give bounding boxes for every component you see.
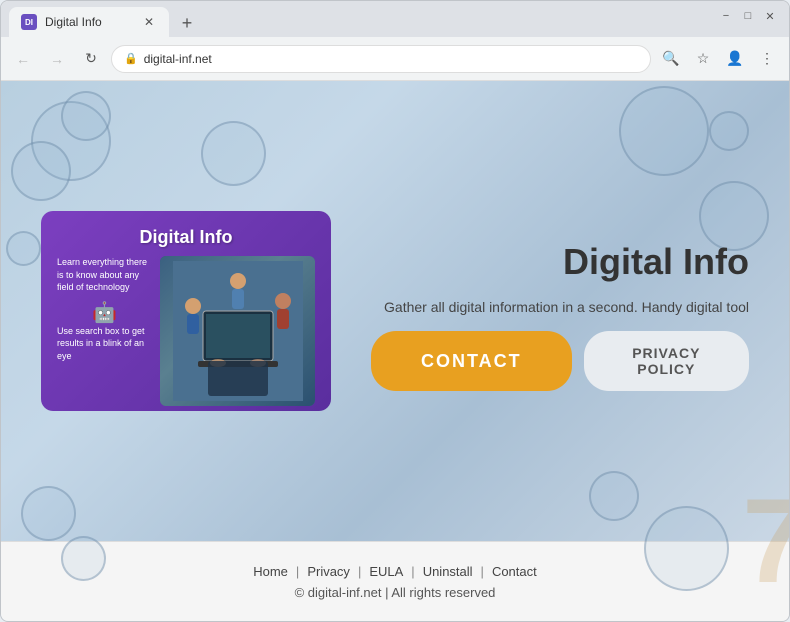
page-content: 7 Digital Info Learn everything there is… (1, 81, 789, 621)
footer: Home | Privacy | EULA | Uninstall | Cont… (1, 541, 789, 621)
card-title: Digital Info (57, 227, 315, 248)
buttons-row: CONTACT PRIVACY POLICY (371, 331, 749, 391)
forward-button[interactable]: → (43, 45, 71, 73)
menu-button[interactable]: ⋮ (753, 45, 781, 73)
minimize-button[interactable]: − (719, 9, 733, 23)
footer-link-eula[interactable]: EULA (369, 564, 403, 579)
bookmark-button[interactable]: ☆ (689, 45, 717, 73)
contact-button[interactable]: CONTACT (371, 331, 572, 391)
card-text-1: Learn everything there is to know about … (57, 256, 152, 294)
footer-link-privacy[interactable]: Privacy (307, 564, 350, 579)
footer-sep-2: | (358, 564, 361, 579)
site-tagline: Gather all digital information in a seco… (371, 299, 749, 315)
maximize-button[interactable]: □ (741, 9, 755, 23)
right-section: Digital Info Gather all digital informat… (371, 231, 749, 391)
card-robot-icon: 🤖 (57, 300, 152, 325)
back-button[interactable]: ← (9, 45, 37, 73)
footer-sep-4: | (481, 564, 484, 579)
site-title: Digital Info (371, 241, 749, 283)
footer-links: Home | Privacy | EULA | Uninstall | Cont… (253, 564, 537, 579)
footer-link-home[interactable]: Home (253, 564, 288, 579)
new-tab-button[interactable]: + (173, 9, 201, 37)
card-body: Learn everything there is to know about … (57, 256, 315, 406)
laptop-visual (160, 256, 315, 406)
people-laptop-svg (173, 261, 303, 401)
browser-window: DI Digital Info ✕ + − □ ✕ ← → ↻ 🔒 digita… (0, 0, 790, 622)
active-tab[interactable]: DI Digital Info ✕ (9, 7, 169, 37)
url-text: digital-inf.net (144, 52, 638, 66)
card-text-2: Use search box to get results in a blink… (57, 325, 152, 363)
address-bar-row: ← → ↻ 🔒 digital-inf.net 🔍 ☆ 👤 ⋮ (1, 37, 789, 81)
lock-icon: 🔒 (124, 52, 138, 65)
window-controls: − □ ✕ (719, 9, 777, 23)
close-button[interactable]: ✕ (763, 9, 777, 23)
profile-button[interactable]: 👤 (721, 45, 749, 73)
footer-link-contact[interactable]: Contact (492, 564, 537, 579)
refresh-button[interactable]: ↻ (77, 45, 105, 73)
card-text-area: Learn everything there is to know about … (57, 256, 152, 406)
toolbar-right: 🔍 ☆ 👤 ⋮ (657, 45, 781, 73)
tab-close-button[interactable]: ✕ (141, 14, 157, 30)
privacy-policy-button[interactable]: PRIVACY POLICY (584, 331, 749, 391)
tab-favicon: DI (21, 14, 37, 30)
footer-sep-3: | (411, 564, 414, 579)
tab-title: Digital Info (45, 15, 133, 29)
tab-bar: DI Digital Info ✕ + − □ ✕ (1, 1, 789, 37)
footer-link-uninstall[interactable]: Uninstall (423, 564, 473, 579)
footer-sep-1: | (296, 564, 299, 579)
card-image (160, 256, 315, 406)
footer-copyright: © digital-inf.net | All rights reserved (295, 585, 496, 600)
main-content: Digital Info Learn everything there is t… (1, 81, 789, 541)
promo-card: Digital Info Learn everything there is t… (41, 211, 331, 411)
address-bar[interactable]: 🔒 digital-inf.net (111, 45, 651, 73)
search-icon-btn[interactable]: 🔍 (657, 45, 685, 73)
